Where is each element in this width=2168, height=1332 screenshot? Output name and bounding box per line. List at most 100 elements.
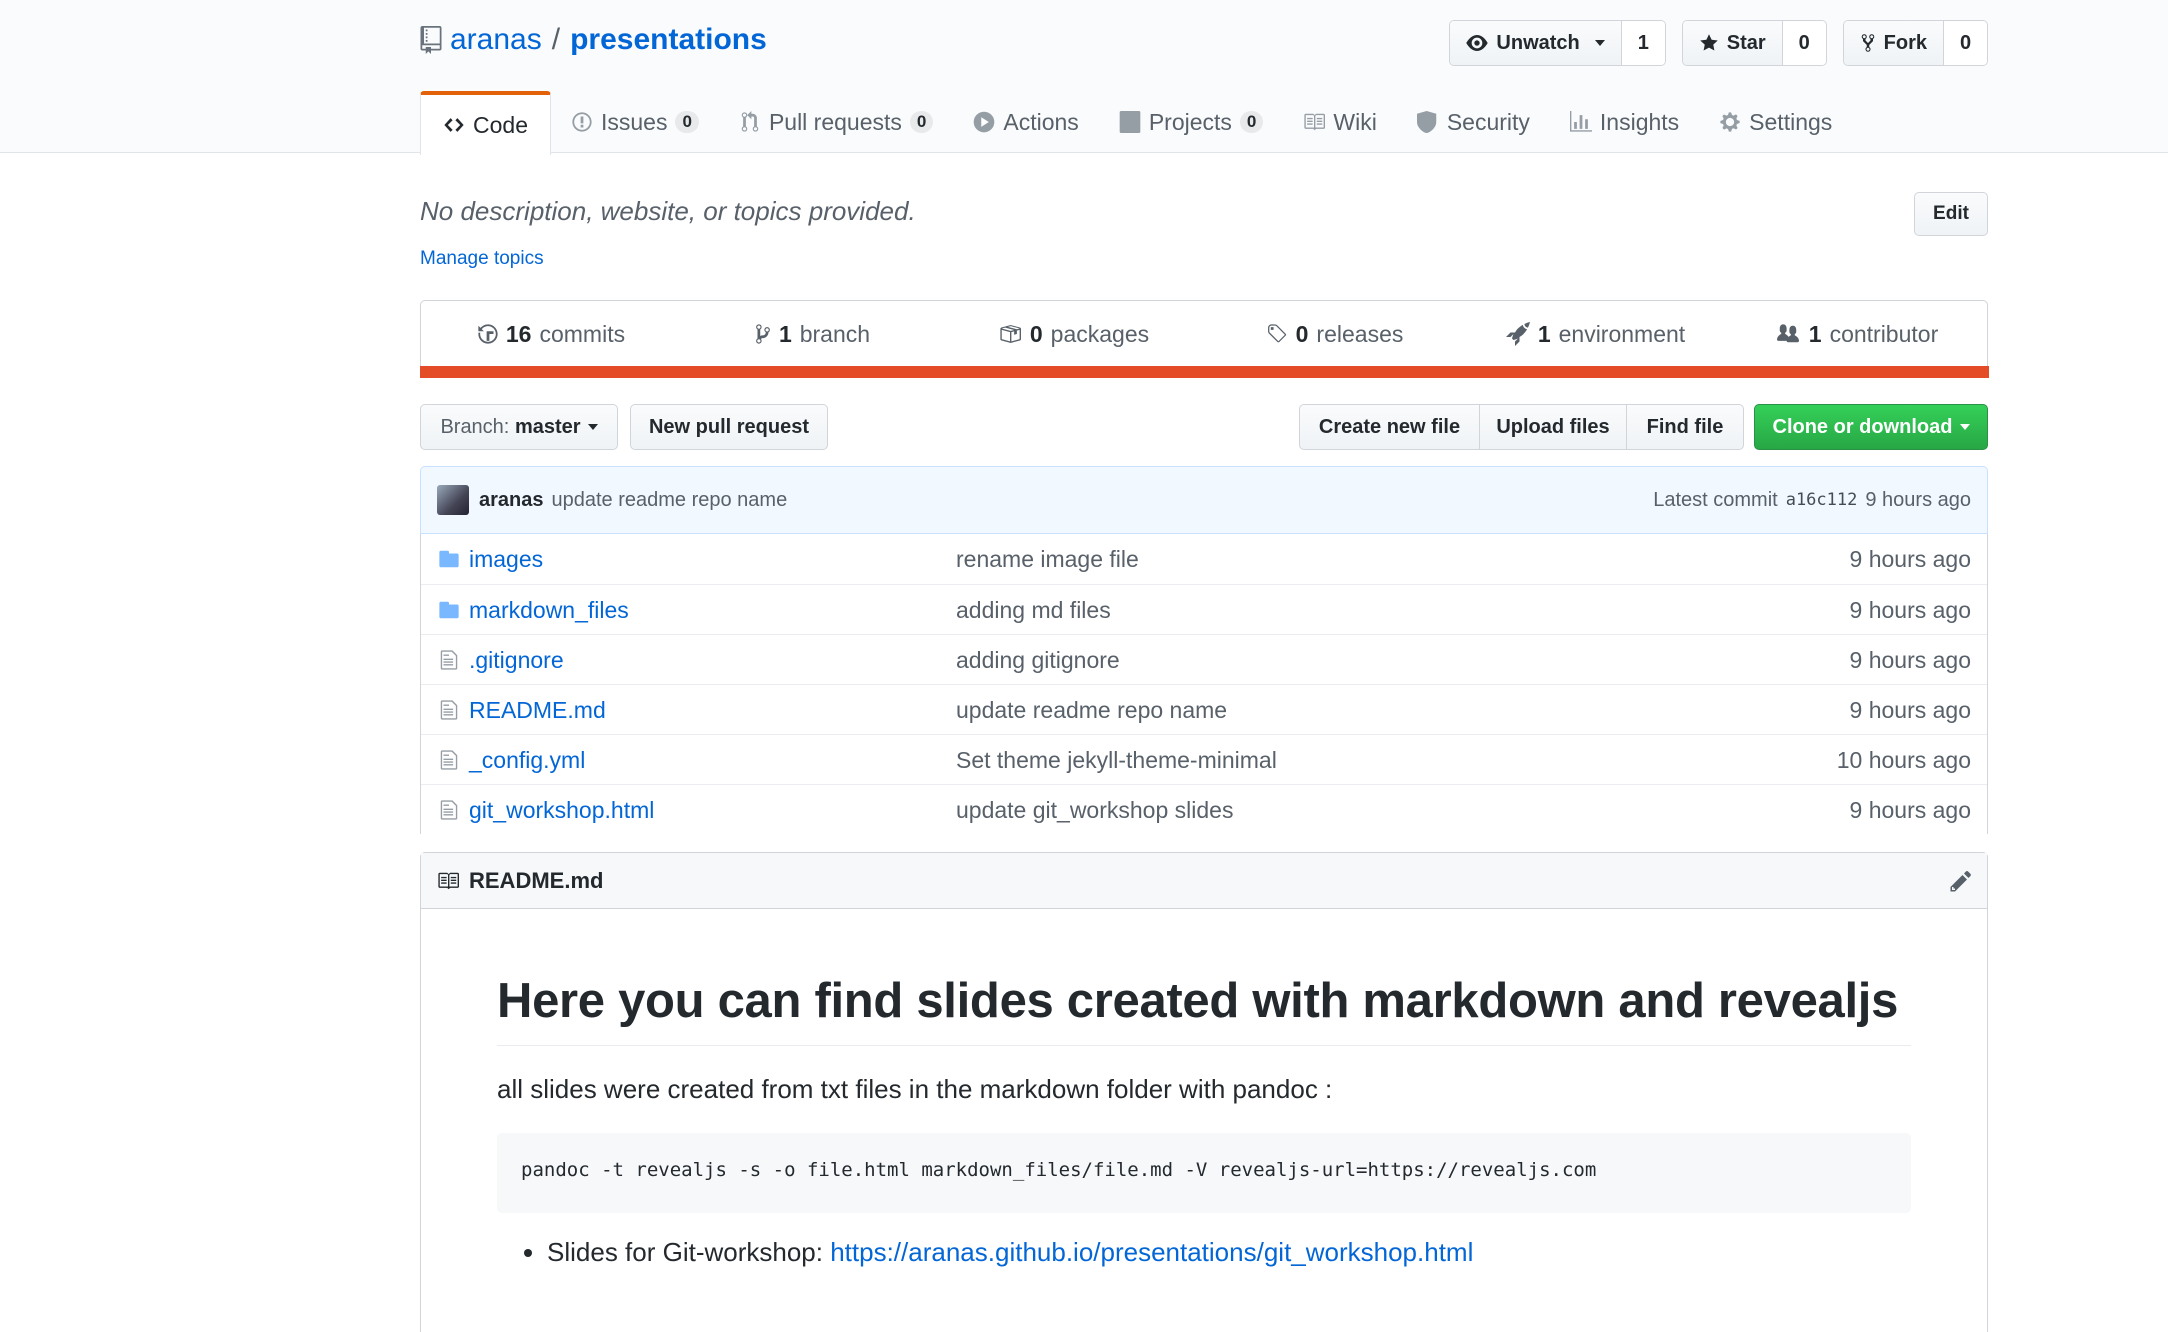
- environments-link[interactable]: 1 environment: [1465, 321, 1726, 348]
- tab-pull-requests[interactable]: Pull requests 0: [719, 91, 953, 153]
- file-commit-message-link[interactable]: rename image file: [956, 546, 1139, 573]
- folder-icon: [439, 550, 459, 568]
- caret-down-icon: [587, 424, 598, 430]
- tab-actions[interactable]: Actions: [953, 91, 1098, 153]
- contributors-link[interactable]: 1 contributor: [1726, 321, 1987, 348]
- branch-count: 1: [778, 320, 792, 347]
- find-file-button[interactable]: Find file: [1626, 404, 1744, 450]
- fork-icon: [1861, 34, 1874, 52]
- contributor-count: 1: [1808, 320, 1822, 347]
- tab-actions-label: Actions: [1003, 108, 1079, 135]
- issues-counter: 0: [675, 111, 699, 133]
- pull-request-icon: [741, 111, 759, 132]
- file-name-link[interactable]: images: [469, 546, 543, 573]
- file-list: images rename image file 9 hours ago markdo…: [420, 534, 1988, 834]
- tab-insights[interactable]: Insights: [1550, 91, 1699, 153]
- language-bar[interactable]: [419, 366, 1989, 378]
- commit-author-link[interactable]: aranas: [479, 489, 544, 512]
- packages-count: 0: [1029, 320, 1043, 347]
- contributor-label: contributor: [1829, 320, 1939, 347]
- tab-wiki-label: Wiki: [1333, 108, 1377, 135]
- readme-header: README.md: [421, 853, 1987, 909]
- new-pull-request-button[interactable]: New pull request: [630, 404, 828, 450]
- file-commit-message-link[interactable]: Set theme jekyll-theme-minimal: [956, 747, 1277, 774]
- book-icon: [438, 872, 459, 889]
- create-new-file-button[interactable]: Create new file: [1299, 404, 1480, 450]
- list-item: Slides for Git-workshop: https://aranas.…: [547, 1237, 1911, 1268]
- branch-name: master: [514, 415, 581, 438]
- file-name-link[interactable]: git_workshop.html: [469, 797, 654, 824]
- clone-label: Clone or download: [1772, 415, 1953, 438]
- branch-label: branch: [799, 320, 871, 347]
- table-row: _config.yml Set theme jekyll-theme-minima…: [421, 734, 1987, 784]
- tab-wiki[interactable]: Wiki: [1283, 91, 1396, 153]
- file-commit-message-link[interactable]: adding gitignore: [956, 647, 1120, 674]
- table-row: git_workshop.html update git_workshop sli…: [421, 784, 1987, 834]
- star-button-group: Star 0: [1681, 20, 1827, 66]
- commits-count: 16: [505, 320, 532, 347]
- commit-message-link[interactable]: update readme repo name: [552, 489, 788, 512]
- people-icon: [1776, 324, 1799, 343]
- stars-count[interactable]: 0: [1781, 21, 1826, 65]
- commit-sha-link[interactable]: a16c112: [1786, 490, 1858, 510]
- star-button[interactable]: Star: [1682, 21, 1782, 65]
- pencil-icon[interactable]: [1949, 869, 1973, 893]
- packages-link[interactable]: 0 packages: [943, 321, 1204, 348]
- package-icon: [1000, 325, 1021, 343]
- table-row: .gitignore adding gitignore 9 hours ago: [421, 634, 1987, 684]
- repo-icon: [420, 26, 442, 54]
- readme-heading: Here you can find slides created with ma…: [497, 973, 1911, 1046]
- tab-issues-label: Issues: [600, 108, 668, 135]
- file-icon: [440, 800, 458, 820]
- forks-count[interactable]: 0: [1943, 21, 1987, 65]
- eye-icon: [1466, 35, 1489, 51]
- releases-label: releases: [1316, 320, 1404, 347]
- edit-description-button[interactable]: Edit: [1914, 192, 1988, 236]
- upload-files-button[interactable]: Upload files: [1478, 404, 1628, 450]
- file-navigation: Branch: master New pull request Create n…: [420, 404, 1988, 450]
- file-name-link[interactable]: README.md: [469, 697, 606, 724]
- table-row: markdown_files adding md files 9 hours ago: [421, 584, 1987, 634]
- tab-settings[interactable]: Settings: [1699, 91, 1852, 153]
- file-commit-message-link[interactable]: adding md files: [956, 597, 1111, 624]
- rocket-icon: [1505, 322, 1530, 346]
- tab-code[interactable]: Code: [420, 91, 551, 155]
- commits-label: commits: [539, 320, 626, 347]
- file-icon: [440, 750, 458, 770]
- branch-prefix: Branch:: [440, 415, 510, 438]
- file-commit-message-link[interactable]: update readme repo name: [956, 697, 1227, 724]
- repo-owner-link[interactable]: aranas: [450, 23, 542, 57]
- file-commit-age: 10 hours ago: [1836, 747, 1971, 773]
- file-name-link[interactable]: markdown_files: [469, 597, 629, 624]
- unwatch-button[interactable]: Unwatch: [1450, 21, 1621, 65]
- branches-link[interactable]: 1 branch: [682, 321, 943, 348]
- branch-select-button[interactable]: Branch: master: [420, 404, 618, 450]
- file-name-link[interactable]: .gitignore: [469, 647, 564, 674]
- manage-topics-link[interactable]: Manage topics: [420, 248, 544, 270]
- repo-nav: Code Issues 0 Pull requests 0 Actions Pr…: [420, 91, 1852, 155]
- readme-content: Here you can find slides created with ma…: [421, 973, 1987, 1268]
- file-commit-message-link[interactable]: update git_workshop slides: [956, 797, 1233, 824]
- clone-or-download-button[interactable]: Clone or download: [1754, 404, 1988, 450]
- file-commit-age: 9 hours ago: [1849, 546, 1971, 572]
- commit-age: 9 hours ago: [1865, 488, 1971, 511]
- readme-filename: README.md: [469, 867, 604, 893]
- fork-button[interactable]: Fork: [1843, 21, 1943, 65]
- caret-down-icon: [1959, 424, 1970, 430]
- tab-issues[interactable]: Issues 0: [551, 91, 719, 153]
- repo-name-link[interactable]: presentations: [570, 23, 767, 57]
- project-icon: [1119, 111, 1141, 133]
- repo-title: aranas / presentations: [420, 20, 767, 60]
- watchers-count[interactable]: 1: [1620, 21, 1665, 65]
- fork-label: Fork: [1883, 31, 1927, 54]
- tab-security[interactable]: Security: [1397, 91, 1550, 153]
- avatar[interactable]: [437, 485, 469, 515]
- releases-link[interactable]: 0 releases: [1204, 321, 1465, 348]
- tab-projects[interactable]: Projects 0: [1099, 91, 1284, 153]
- file-name-link[interactable]: _config.yml: [469, 747, 585, 774]
- commits-link[interactable]: 16 commits: [421, 321, 682, 348]
- table-row: README.md update readme repo name 9 hours …: [421, 684, 1987, 734]
- branch-icon: [756, 324, 770, 344]
- git-workshop-link[interactable]: https://aranas.github.io/presentations/g…: [830, 1237, 1473, 1267]
- latest-commit-info: Latest commit a16c112 9 hours ago: [1653, 489, 1971, 512]
